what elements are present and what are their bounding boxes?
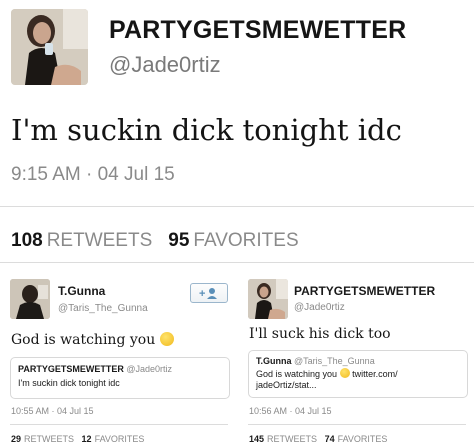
favorites-label: FAVORITES [337, 434, 388, 444]
tweet-stats: 108 RETWEETS 95 FAVORITES [11, 230, 299, 252]
reply-timestamp[interactable]: 10:55 AM · 04 Jul 15 [11, 406, 94, 416]
quoted-handle: @Taris_The_Gunna [294, 356, 375, 366]
divider [10, 424, 228, 425]
quoted-header: PARTYGETSMEWETTER @Jade0rtiz [18, 364, 172, 374]
retweets-label: RETWEETS [46, 230, 153, 251]
quoted-text-content: God is watching you [256, 369, 338, 379]
retweets-count: 145 [249, 434, 265, 444]
quoted-tweet[interactable]: T.Gunna @Taris_The_Gunna God is watching… [248, 350, 468, 398]
reply-avatar[interactable] [10, 279, 50, 319]
reply-text: God is watching you [11, 332, 174, 348]
favorites-label: FAVORITES [193, 230, 299, 251]
reply-handle[interactable]: @Taris_The_Gunna [58, 303, 148, 314]
quoted-text: God is watching you twitter.com/ [256, 368, 398, 379]
quoted-link[interactable]: twitter.com/ [352, 369, 398, 379]
emoji-icon [159, 332, 174, 346]
quoted-header: T.Gunna @Taris_The_Gunna [256, 356, 375, 366]
avatar[interactable] [11, 9, 88, 85]
avatar-photo-icon [248, 279, 288, 319]
reply-text-content: God is watching you [11, 332, 156, 348]
tweet-text: I'm suckin dick tonight idc [11, 113, 402, 147]
display-name[interactable]: PARTYGETSMEWETTER [109, 16, 406, 45]
quoted-display-name: T.Gunna [256, 356, 292, 366]
retweets-label: RETWEETS [24, 434, 75, 444]
reply-stats: 145 RETWEETS 74 FAVORITES [249, 434, 387, 444]
retweet-stat[interactable]: 29 RETWEETS [11, 434, 74, 444]
favorites-count: 95 [168, 230, 190, 251]
favorites-label: FAVORITES [94, 434, 145, 444]
add-user-icon: + [199, 288, 217, 299]
tweet-timestamp[interactable]: 9:15 AM · 04 Jul 15 [11, 164, 175, 186]
reply-timestamp[interactable]: 10:56 AM · 04 Jul 15 [249, 406, 332, 416]
divider [0, 262, 474, 263]
svg-text:+: + [199, 288, 205, 299]
reply-stats: 29 RETWEETS 12 FAVORITES [11, 434, 144, 444]
favorites-count: 12 [81, 434, 92, 444]
retweets-label: RETWEETS [267, 434, 318, 444]
quoted-text: I'm suckin dick tonight idc [18, 378, 120, 388]
avatar-photo-icon [11, 9, 88, 85]
reply-handle[interactable]: @Jade0rtiz [294, 302, 345, 313]
reply-text: I'll suck his dick too [249, 326, 391, 342]
divider [248, 424, 466, 425]
reply-display-name[interactable]: PARTYGETSMEWETTER [294, 284, 435, 298]
reply-avatar[interactable] [248, 279, 288, 319]
divider [0, 206, 474, 207]
retweets-count: 108 [11, 230, 43, 251]
favorites-count: 74 [324, 434, 335, 444]
emoji-icon [339, 368, 350, 378]
retweets-count: 29 [11, 434, 22, 444]
retweet-stat[interactable]: 145 RETWEETS [249, 434, 317, 444]
quoted-link-continued[interactable]: jadeOrtiz/stat... [256, 380, 317, 390]
favorite-stat[interactable]: 74 FAVORITES [325, 434, 388, 444]
reply-display-name[interactable]: T.Gunna [58, 284, 105, 298]
quoted-tweet[interactable]: PARTYGETSMEWETTER @Jade0rtiz I'm suckin … [10, 357, 230, 399]
favorite-stat[interactable]: 95 FAVORITES [168, 230, 298, 251]
follow-button[interactable]: + [190, 283, 228, 303]
quoted-display-name: PARTYGETSMEWETTER [18, 364, 124, 374]
quoted-handle: @Jade0rtiz [126, 364, 173, 374]
favorite-stat[interactable]: 12 FAVORITES [82, 434, 145, 444]
retweet-stat[interactable]: 108 RETWEETS [11, 230, 152, 251]
handle[interactable]: @Jade0rtiz [109, 52, 221, 78]
avatar-photo-icon [10, 279, 50, 319]
